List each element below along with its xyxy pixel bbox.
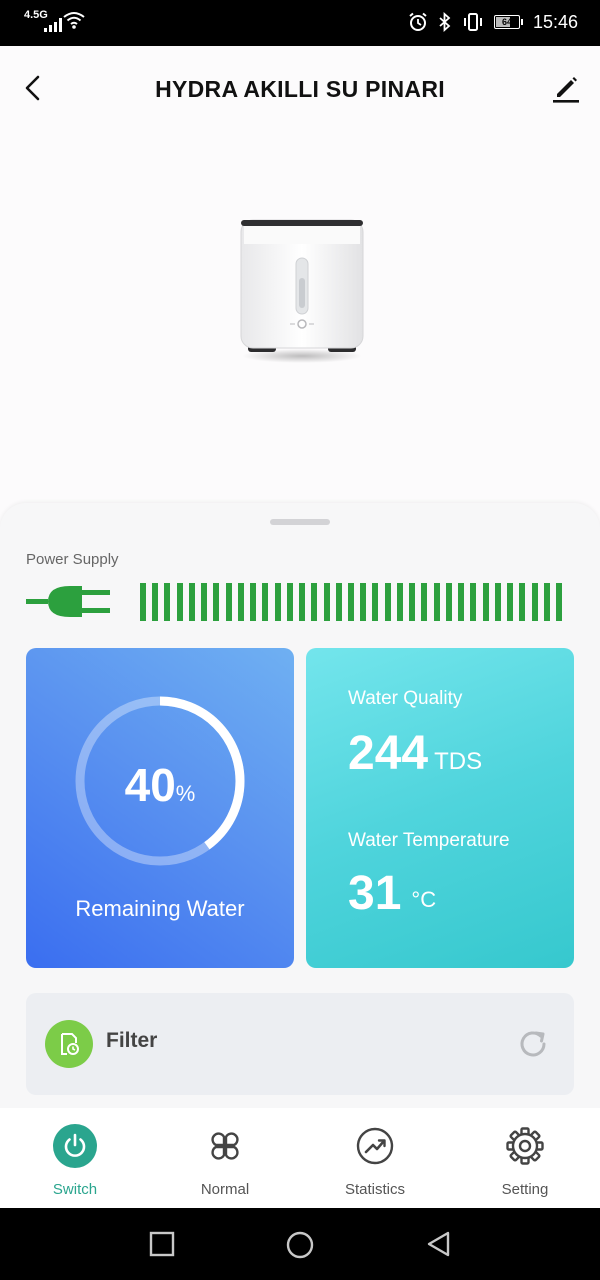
water-quality-card[interactable]: Water Quality 244 TDS Water Temperature 3… — [306, 648, 574, 968]
power-bar-segment — [262, 583, 269, 621]
power-bar-segment — [250, 583, 257, 621]
power-bar-segment — [225, 583, 232, 621]
battery-level: 64 — [501, 17, 512, 27]
home-icon[interactable] — [285, 1230, 315, 1260]
power-bar-segment — [494, 583, 501, 621]
tab-switch[interactable]: Switch — [0, 1108, 150, 1208]
device-panel: Power Supply 40% Remaining Water Water Q… — [0, 503, 600, 1108]
remaining-water-label: Remaining Water — [75, 896, 245, 921]
power-bar-segment — [421, 583, 428, 621]
tab-label-statistics: Statistics — [344, 1181, 405, 1198]
power-bar-segment — [519, 583, 526, 621]
power-bar-segment — [372, 583, 379, 621]
power-bar-segment — [360, 583, 367, 621]
wifi-icon — [63, 12, 85, 29]
water-temperature-value: 31 — [348, 867, 402, 920]
water-temperature-label: Water Temperature — [348, 830, 510, 851]
power-bar-segment — [531, 583, 538, 621]
power-bar-segment — [458, 583, 465, 621]
power-bar-segment — [274, 583, 281, 621]
vibrate-icon — [463, 13, 482, 31]
power-icon — [53, 1124, 97, 1168]
tab-normal[interactable]: Normal — [150, 1108, 300, 1208]
power-bar-segment — [237, 583, 244, 621]
power-supply-label: Power Supply — [26, 551, 119, 568]
remaining-water-unit: % — [175, 781, 196, 806]
power-bar-segment — [507, 583, 514, 621]
page-title: HYDRA AKILLI SU PINARI — [155, 76, 445, 102]
power-bar-segment — [201, 583, 208, 621]
water-quality-label: Water Quality — [348, 688, 463, 709]
power-bar-segment — [347, 583, 354, 621]
tab-label-setting: Setting — [501, 1181, 549, 1198]
plug-icon — [26, 586, 110, 617]
power-bar-segment — [470, 583, 477, 621]
power-bar-segment — [176, 583, 183, 621]
power-bar-segment — [286, 583, 293, 621]
clock: 15:46 — [532, 11, 578, 32]
power-bar-segment — [299, 583, 306, 621]
app-header: HYDRA AKILLI SU PINARI — [0, 46, 600, 134]
alarm-icon — [409, 12, 427, 31]
water-quality-reading: 244 TDS — [348, 726, 482, 781]
system-nav-bar — [0, 1208, 600, 1280]
drag-handle[interactable] — [270, 519, 330, 525]
power-bar-segment — [335, 583, 342, 621]
gear-icon — [506, 1127, 544, 1165]
filter-label: Filter — [106, 1029, 158, 1052]
back-nav-icon[interactable] — [424, 1230, 452, 1258]
power-bar-segment — [152, 583, 159, 621]
tab-statistics[interactable]: Statistics — [300, 1108, 450, 1208]
power-bar-segment — [445, 583, 452, 621]
power-bar-segment — [311, 583, 318, 621]
tab-setting[interactable]: Setting — [450, 1108, 600, 1208]
remaining-water-card[interactable]: 40% Remaining Water — [26, 648, 294, 968]
trend-icon — [356, 1127, 394, 1165]
power-bar-segment — [140, 583, 146, 621]
power-bar-segment — [164, 583, 171, 621]
water-temperature-reading: 31 °C — [348, 866, 436, 921]
power-bar-segment — [482, 583, 489, 621]
signal-icon — [44, 16, 62, 32]
power-bar-segment — [384, 583, 391, 621]
power-bar-segment — [433, 583, 440, 621]
remaining-water-value: 40 — [124, 759, 176, 811]
remaining-water-percent: 40% — [26, 758, 294, 812]
water-quality-value: 244 — [348, 727, 429, 780]
filter-row[interactable]: Filter — [26, 993, 574, 1095]
power-bar-segment — [213, 583, 220, 621]
bluetooth-icon — [439, 12, 451, 32]
recents-icon[interactable] — [148, 1230, 176, 1258]
power-bar-segment — [188, 583, 195, 621]
power-bar-segment — [409, 583, 416, 621]
power-level-bars — [140, 583, 562, 621]
power-bar-segment — [323, 583, 330, 621]
power-bar-segment — [555, 583, 562, 621]
tab-label-switch: Switch — [52, 1181, 98, 1198]
pencil-icon[interactable] — [548, 70, 584, 106]
bottom-tab-bar: Switch Normal Statistics Setting — [0, 1108, 600, 1208]
water-quality-unit: TDS — [434, 748, 483, 775]
battery-icon: 64 — [493, 15, 523, 29]
device-image — [240, 219, 364, 363]
refresh-icon[interactable] — [516, 1027, 550, 1061]
tab-label-normal: Normal — [200, 1181, 250, 1198]
grid-icon — [211, 1132, 239, 1160]
power-bar-segment — [396, 583, 403, 621]
water-temperature-unit: °C — [411, 887, 437, 912]
power-bar-segment — [543, 583, 550, 621]
filter-clock-icon — [45, 1020, 93, 1068]
status-bar: 4.5G 64 15:46 — [0, 0, 600, 46]
